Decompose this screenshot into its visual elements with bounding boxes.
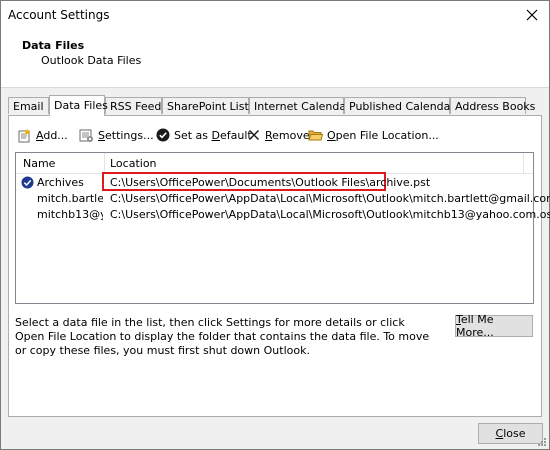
column-header-name[interactable]: Name: [23, 157, 55, 170]
tab-address-books[interactable]: Address Books: [450, 97, 535, 114]
column-divider[interactable]: [523, 153, 524, 173]
add-button[interactable]: Add...: [17, 126, 68, 144]
table-row[interactable]: Archives C:\Users\OfficePower\Documents\…: [16, 172, 533, 191]
close-icon: [526, 9, 538, 21]
set-as-default-button[interactable]: Set as Default: [155, 126, 252, 144]
header-subtitle: Outlook Data Files: [41, 54, 142, 67]
tell-me-more-label: Tell Me More...: [456, 313, 494, 339]
row-location: C:\Users\OfficePower\Documents\Outlook F…: [110, 176, 431, 189]
tell-me-more-button[interactable]: Tell Me More...: [455, 313, 533, 339]
close-button[interactable]: Close: [478, 423, 543, 444]
tab-email[interactable]: Email: [8, 97, 49, 114]
data-files-panel: Add... Settings... Set as Default Remove…: [8, 115, 550, 417]
open-file-location-button[interactable]: Open File Location...: [308, 126, 439, 144]
row-name: mitch.bartle...: [37, 192, 103, 205]
row-location: C:\Users\OfficePower\AppData\Local\Micro…: [110, 192, 550, 205]
table-row[interactable]: mitchb13@y... C:\Users\OfficePower\AppDa…: [16, 207, 550, 223]
list-header: Name Location: [16, 153, 533, 174]
settings-label: Settings...: [98, 128, 154, 142]
remove-label: Remove: [265, 128, 310, 142]
tab-sharepoint-lists[interactable]: SharePoint Lists: [162, 97, 255, 114]
default-checkmark-icon: [21, 176, 34, 189]
close-label: Close: [495, 427, 526, 440]
tab-published-calendars[interactable]: Published Calendars: [344, 97, 461, 114]
column-divider[interactable]: [104, 153, 105, 173]
folder-icon: [308, 128, 323, 143]
close-window-button[interactable]: [515, 1, 549, 29]
account-settings-window: Account Settings Data Files Outlook Data…: [0, 0, 550, 450]
open-file-location-label: Open File Location...: [327, 128, 439, 142]
header-title: Data Files: [22, 39, 85, 52]
table-row[interactable]: mitch.bartle... C:\Users\OfficePower\App…: [16, 191, 550, 207]
row-location: C:\Users\OfficePower\AppData\Local\Micro…: [110, 208, 550, 221]
remove-x-icon: [246, 128, 261, 143]
tab-rss-feeds[interactable]: RSS Feeds: [105, 97, 167, 114]
title-bar: Account Settings: [1, 1, 549, 29]
remove-button[interactable]: Remove: [246, 126, 310, 144]
tab-internet-calendars[interactable]: Internet Calendars: [249, 97, 356, 114]
settings-button[interactable]: Settings...: [79, 126, 154, 144]
settings-icon: [79, 128, 94, 143]
set-as-default-label: Set as Default: [174, 128, 252, 142]
resize-grip-icon[interactable]: [537, 437, 547, 447]
tab-data-files[interactable]: Data Files: [49, 95, 108, 116]
column-header-location[interactable]: Location: [110, 157, 157, 170]
window-title: Account Settings: [8, 8, 110, 22]
row-name: mitchb13@y...: [37, 208, 103, 221]
dialog-header: Data Files Outlook Data Files: [1, 29, 549, 88]
row-name: Archives: [37, 176, 84, 189]
help-text: Select a data file in the list, then cli…: [15, 316, 430, 357]
add-label: Add...: [36, 128, 68, 142]
checkmark-circle-icon: [155, 128, 170, 143]
add-data-file-icon: [17, 128, 32, 143]
data-files-list[interactable]: Name Location Archives C:\Users\OfficePo…: [15, 152, 550, 304]
